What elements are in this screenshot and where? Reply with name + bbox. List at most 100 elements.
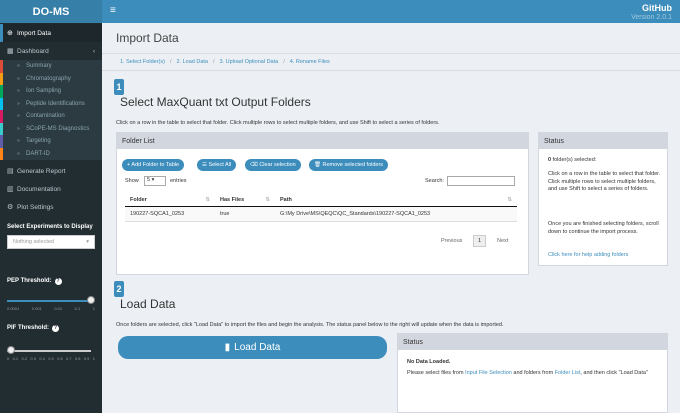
add-folder-button[interactable]: + Add Folder to Table [122, 159, 185, 171]
sidebar-item-import-data[interactable]: ⊕ Import Data [0, 24, 102, 42]
step-link[interactable]: 4. Rename Files [290, 59, 330, 65]
pep-threshold-label: PEP Threshold:? [7, 278, 62, 285]
double-chevron-icon: » [17, 63, 20, 70]
pif-slider-handle[interactable] [7, 346, 15, 354]
file-icon: ▮ [224, 342, 231, 353]
sidebar-subitem[interactable]: » Ion Sampling [0, 85, 102, 98]
sidebar-item-documentation[interactable]: ▥ Documentation [0, 180, 102, 198]
no-data-status: No Data Loaded. [407, 359, 451, 365]
input-file-selection-link[interactable]: Input File Selection [465, 370, 512, 376]
load-status-box: Status No Data Loaded. Please select fil… [397, 333, 668, 413]
slider-tick-label: 0.01 [54, 306, 63, 311]
pep-slider-fill [7, 300, 91, 302]
entries-select[interactable]: 5 ▾ [144, 176, 166, 186]
top-navbar: ≡ GitHub Version 2.0.1 [102, 0, 680, 23]
double-chevron-icon: » [17, 138, 20, 145]
search-input[interactable] [447, 176, 515, 186]
step-number-badge: 1 [114, 79, 124, 95]
sidebar: DO-MS ⊕ Import Data ▦ Dashboard ‹ » Summa… [0, 0, 102, 413]
slider-tick-label: 0 [7, 356, 10, 361]
sidebar-subitem[interactable]: » Chromatography [0, 72, 102, 85]
book-icon: ▥ [7, 186, 14, 193]
github-link[interactable]: GitHub [642, 3, 672, 13]
slider-tick-label: 0.2 [21, 356, 28, 361]
slider-tick-label: 0.9 [83, 356, 90, 361]
step-number-badge: 2 [114, 281, 124, 297]
load-instructions: Please select files from Input File Sele… [407, 370, 648, 376]
double-chevron-icon: » [17, 125, 20, 132]
main-content: Import Data 1. Select Folder(s)/ 2. Load… [102, 23, 680, 413]
step-link[interactable]: 3. Upload Optional Data [220, 59, 279, 65]
select-all-button[interactable]: ☰ Select All [197, 159, 237, 171]
sidebar-subitem[interactable]: » Peptide Identifications [0, 97, 102, 110]
box-header: Status [539, 134, 667, 149]
slider-tick-label: 0.8 [74, 356, 81, 361]
section-description: Once folders are selected, click "Load D… [116, 322, 504, 328]
sidebar-subitem[interactable]: » Targeting [0, 135, 102, 148]
box-header: Status [398, 335, 667, 350]
column-header[interactable]: Folder ⇅ [125, 194, 215, 207]
remove-folders-button[interactable]: 🗑 Remove selected folders [309, 159, 389, 171]
folder-table: Folder ⇅ Has Files ⇅ Path ⇅ 190227-SQCA1_02… [125, 194, 517, 222]
load-data-button[interactable]: ▮ Load Data [118, 336, 387, 359]
chevron-left-icon: ‹ [92, 47, 95, 55]
sidebar-item-dashboard[interactable]: ▦ Dashboard ‹ [0, 42, 102, 60]
sidebar-subitem[interactable]: » SCoPE-MS Diagnostics [0, 122, 102, 135]
import-icon: ⊕ [7, 30, 13, 37]
sidebar-item-generate-report[interactable]: ▤ Generate Report [0, 162, 102, 180]
page-title: Import Data [116, 31, 179, 45]
sidebar-subitem[interactable]: » Contamination [0, 110, 102, 123]
gear-icon: ⚙ [7, 204, 14, 211]
trash-icon: 🗑 [314, 162, 323, 168]
slider-tick-label: 0.1 [74, 306, 81, 311]
experiments-select[interactable]: Nothing selected ▾ [7, 235, 95, 249]
box-header: Folder List [117, 134, 528, 149]
column-header[interactable]: Has Files ⇅ [215, 194, 275, 207]
step-link[interactable]: 1. Select Folder(s) [120, 59, 165, 65]
select-experiments-label: Select Experiments to Display [7, 224, 93, 230]
search-label: Search: [425, 178, 444, 184]
section-description: Click on a row in the table to select th… [116, 120, 440, 126]
clear-selection-button[interactable]: ⌫ Clear selection [245, 159, 301, 171]
table-row[interactable]: 190227-SQCA1_0253 true G:\My Drive\MS\QE… [125, 206, 517, 222]
status-continue-text: Once you are finished selecting folders,… [548, 221, 659, 235]
hamburger-icon[interactable]: ≡ [110, 5, 116, 16]
entries-label: entries [170, 178, 187, 184]
pif-threshold-slider[interactable]: 0 0.1 0.2 0.3 0.4 0.5 0.6 0.7 0.8 0.9 1 [7, 340, 95, 361]
pep-slider-handle[interactable] [87, 296, 95, 304]
help-icon: ? [52, 325, 59, 332]
pep-threshold-slider[interactable]: 0.0001 0.001 0.01 0.1 1 [7, 290, 95, 311]
sidebar-item-plot-settings[interactable]: ⚙ Plot Settings [0, 198, 102, 216]
slider-tick-label: 0.7 [66, 356, 72, 361]
previous-page-button[interactable]: Previous [441, 238, 462, 244]
pif-threshold-label: PIF Threshold:? [7, 325, 59, 332]
double-chevron-icon: » [17, 88, 20, 95]
slider-tick-label: 0.6 [57, 356, 63, 361]
next-page-button[interactable]: Next [497, 238, 508, 244]
folders-selected-count: 0 folder(s) selected: [548, 157, 597, 163]
slider-tick-label: 0.5 [48, 356, 54, 361]
slider-tick-label: 0.1 [12, 356, 19, 361]
app-logo: DO-MS [0, 0, 102, 23]
double-chevron-icon: » [17, 100, 20, 107]
report-icon: ▤ [7, 168, 14, 175]
slider-tick-label: 0.0001 [7, 306, 20, 311]
sidebar-subitem[interactable]: » DART-ID [0, 147, 102, 160]
section-title: Load Data [120, 297, 176, 311]
slider-tick-label: 1 [92, 356, 95, 361]
step-link[interactable]: 2. Load Data [176, 59, 208, 65]
version-label: Version 2.0.1 [631, 14, 672, 21]
help-adding-folders-link[interactable]: Click here for help adding folders [548, 252, 663, 260]
caret-down-icon: ▾ [86, 239, 89, 245]
sidebar-subitem[interactable]: » Summary [0, 60, 102, 73]
slider-tick-label: 0.3 [30, 356, 36, 361]
folder-list-box: Folder List + Add Folder to Table ☰ Sele… [116, 132, 529, 275]
dashboard-icon: ▦ [7, 48, 14, 55]
status-instructions: Click on a row in the table to select th… [548, 171, 661, 193]
current-page-button[interactable]: 1 [473, 235, 486, 247]
column-header[interactable]: Path ⇅ [275, 194, 517, 207]
double-chevron-icon: » [17, 113, 20, 120]
step-nav: 1. Select Folder(s)/ 2. Load Data/ 3. Up… [102, 53, 680, 71]
eraser-icon: ⌫ [250, 162, 260, 168]
folder-list-link[interactable]: Folder List [555, 370, 581, 376]
